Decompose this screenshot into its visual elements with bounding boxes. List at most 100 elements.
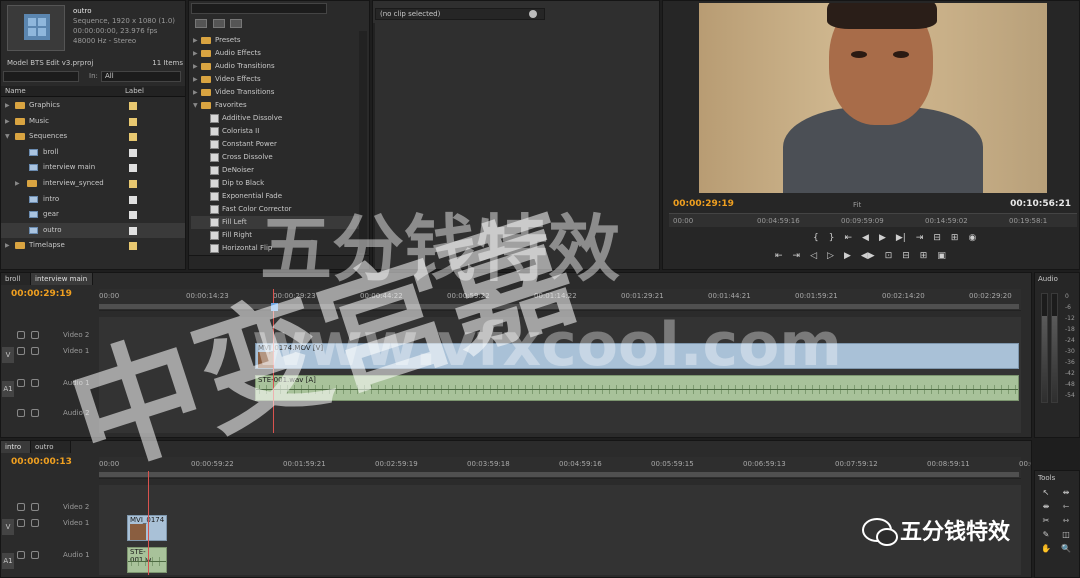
work-area-bar-2[interactable] — [99, 472, 1019, 477]
transport-button-icon[interactable]: ⇥ — [793, 251, 801, 261]
transport-button-icon[interactable]: ▶| — [896, 233, 906, 243]
transport-button-icon[interactable]: ⊞ — [920, 251, 928, 261]
effect-item[interactable]: Fast Color Corrector — [191, 203, 359, 216]
track-header-audio-1[interactable]: Audio 1 — [1, 377, 99, 391]
transport-button-icon[interactable]: ▶ — [844, 251, 851, 261]
sequence-broll[interactable]: broll — [1, 145, 185, 161]
track-header-video-1b[interactable]: Video 1 — [1, 517, 99, 531]
track-header-audio-2[interactable]: Audio 2 — [1, 407, 99, 421]
transport-button-icon[interactable]: ◁ — [810, 251, 817, 261]
effect-item[interactable]: Constant Power — [191, 138, 359, 151]
bin-interview-synced[interactable]: ▶ interview_synced — [1, 176, 185, 192]
track-header-audio-1b[interactable]: Audio 1 — [1, 549, 99, 563]
bin-timelapse[interactable]: ▶ Timelapse — [1, 238, 185, 254]
folder-icon — [201, 102, 211, 109]
transport-button-icon[interactable]: ⇤ — [775, 251, 783, 261]
effects-folder[interactable]: ▶ Presets — [191, 34, 359, 47]
track-header-video-2b[interactable]: Video 2 — [1, 501, 99, 515]
effect-icon — [210, 205, 219, 214]
transport-button-icon[interactable]: ▷ — [827, 251, 834, 261]
work-area-bar[interactable] — [99, 304, 1019, 309]
playhead-marker[interactable] — [271, 303, 278, 311]
in-filter-select[interactable]: All — [101, 71, 181, 82]
audio-clip-2[interactable]: STE-001.w — [127, 547, 167, 573]
transport-button-icon[interactable]: ⊟ — [933, 233, 941, 243]
tool-icon[interactable]: ✎ — [1039, 529, 1053, 540]
timeline-timecode-2[interactable]: 00:00:00:13 — [11, 457, 72, 467]
transport-button-icon[interactable]: ⊡ — [885, 251, 893, 261]
sequence-interview-main[interactable]: interview main — [1, 160, 185, 176]
bin-music[interactable]: ▶ Music — [1, 114, 185, 130]
tool-icon[interactable]: ✂ — [1039, 515, 1053, 526]
tool-icon[interactable]: ⇹ — [1059, 487, 1073, 498]
tab-broll[interactable]: broll — [1, 273, 31, 285]
tab-intro[interactable]: intro — [1, 441, 31, 453]
effect-item[interactable]: DeNoiser — [191, 164, 359, 177]
transport-button-icon[interactable]: { — [813, 233, 819, 243]
tool-icon[interactable]: 🔍 — [1059, 543, 1073, 554]
program-monitor: 00:00:29:19 Fit 00:10:56:21 00:00 00:04:5… — [662, 0, 1080, 270]
effects-folder[interactable]: ▶ Audio Transitions — [191, 60, 359, 73]
program-time-ruler[interactable]: 00:00 00:04:59:16 00:09:59:09 00:14:59:02 00… — [669, 213, 1077, 227]
panel-menu-icon[interactable] — [529, 10, 537, 18]
video-clip[interactable]: MVI_0174.MOV [V] — [255, 343, 1019, 369]
tool-icon[interactable]: ↖ — [1039, 487, 1053, 498]
effects-search-input[interactable] — [191, 3, 327, 14]
transport-button-icon[interactable]: ⊞ — [951, 233, 959, 243]
transport-button-icon[interactable]: ▶ — [879, 233, 886, 243]
db-tick-label: -42 — [1065, 370, 1075, 377]
track-header-video-2[interactable]: Video 2 — [1, 329, 99, 343]
label-swatch — [129, 133, 137, 142]
tab-interview-main[interactable]: interview main — [31, 273, 93, 285]
transport-button-icon[interactable]: ◀▶ — [861, 251, 875, 261]
effect-item[interactable]: Fill Left — [191, 216, 359, 229]
effect-controls-scrollbar[interactable] — [373, 23, 375, 269]
sequence-intro[interactable]: intro — [1, 192, 185, 208]
transport-button-icon[interactable]: ⊟ — [902, 251, 910, 261]
zoom-select[interactable]: Fit — [853, 201, 861, 209]
sequence-gear[interactable]: gear — [1, 207, 185, 223]
tool-icon[interactable]: ◫ — [1059, 529, 1073, 540]
effects-folder[interactable]: ▶ Video Transitions — [191, 86, 359, 99]
sequence-outro[interactable]: outro — [1, 222, 185, 239]
effect-item[interactable]: Additive Dissolve — [191, 112, 359, 125]
effects-folder[interactable]: ▶ Video Effects — [191, 73, 359, 86]
video-clip-2[interactable]: MVI_0174 — [127, 515, 167, 541]
effects-folder[interactable]: ▼ Favorites — [191, 99, 359, 112]
effect-item[interactable]: Exponential Fade — [191, 190, 359, 203]
timeline-time-ruler-2[interactable]: 00:00 00:00:59:22 00:01:59:21 00:02:59:19 00… — [99, 457, 1031, 479]
col-label[interactable]: Label — [125, 87, 144, 95]
effect-item[interactable]: Dip to Black — [191, 177, 359, 190]
playhead-2[interactable] — [148, 471, 149, 575]
transport-button-icon[interactable]: ◀ — [862, 233, 869, 243]
program-timecode[interactable]: 00:00:29:19 — [673, 199, 734, 209]
32bit-effects-button[interactable] — [212, 19, 225, 28]
transport-button-icon[interactable]: ⇥ — [916, 233, 924, 243]
tool-icon[interactable]: ⇿ — [1059, 515, 1073, 526]
track-area[interactable]: MVI_0174.MOV [V] STE-001.wav [A] — [99, 289, 1021, 433]
transport-button-icon[interactable]: ⇤ — [844, 233, 852, 243]
effect-item[interactable]: Horizontal Flip — [191, 242, 359, 255]
tool-icon[interactable]: ✋ — [1039, 543, 1053, 554]
effect-item[interactable]: Colorista II — [191, 125, 359, 138]
bin-sequences[interactable]: ▼ Sequences — [1, 129, 185, 145]
tab-outro[interactable]: outro — [31, 441, 71, 453]
timeline-time-ruler[interactable]: 00:00 00:00:14:23 00:00:29:23 00:00:44:22 00… — [99, 289, 1021, 311]
bin-graphics[interactable]: ▶ Graphics — [1, 98, 185, 114]
effects-scrollbar[interactable] — [359, 31, 367, 253]
effects-folder[interactable]: ▶ Audio Effects — [191, 47, 359, 60]
transport-button-icon[interactable]: ▣ — [937, 251, 946, 261]
yuv-effects-button[interactable] — [230, 19, 243, 28]
track-header-video-1[interactable]: Video 1 — [1, 345, 99, 359]
effect-item[interactable]: Cross Dissolve — [191, 151, 359, 164]
timeline-timecode[interactable]: 00:00:29:19 — [11, 289, 72, 299]
transport-button-icon[interactable]: ◉ — [968, 233, 976, 243]
audio-clip[interactable]: STE-001.wav [A] — [255, 375, 1019, 401]
tool-icon[interactable]: ⇽ — [1059, 501, 1073, 512]
effect-item[interactable]: Fill Right — [191, 229, 359, 242]
col-name[interactable]: Name — [5, 87, 26, 95]
project-search-input[interactable] — [3, 71, 79, 82]
transport-button-icon[interactable]: } — [829, 233, 835, 243]
tool-icon[interactable]: ⇼ — [1039, 501, 1053, 512]
accelerated-effects-button[interactable] — [195, 19, 207, 28]
